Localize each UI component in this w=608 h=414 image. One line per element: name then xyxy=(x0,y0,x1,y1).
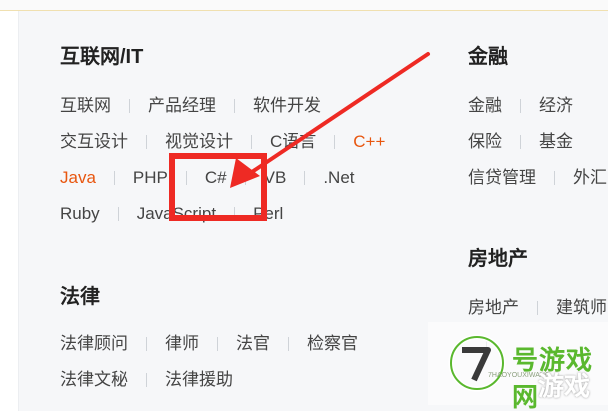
category-link[interactable]: 法律顾问 xyxy=(60,334,128,353)
category-link[interactable]: 基金 xyxy=(539,132,573,151)
category-link[interactable]: 视觉设计 xyxy=(165,132,233,151)
category-link[interactable]: 建筑师 xyxy=(556,298,607,317)
category-link[interactable]: Java xyxy=(60,168,96,187)
divider xyxy=(185,170,187,185)
divider xyxy=(304,170,306,185)
section-title: 法律 xyxy=(60,286,100,308)
category-link[interactable]: 法律文秘 xyxy=(60,370,128,389)
category-link[interactable]: 金融 xyxy=(468,96,502,115)
category-row: 法律文秘 法律援助 xyxy=(60,368,233,392)
category-link[interactable]: 保险 xyxy=(468,132,502,151)
category-link[interactable]: C++ xyxy=(353,132,385,151)
category-row: 金融 经济 xyxy=(468,94,573,118)
category-link[interactable]: 软件开发 xyxy=(253,96,321,115)
divider xyxy=(113,170,115,185)
category-link[interactable]: C语言 xyxy=(270,132,316,151)
divider xyxy=(234,98,235,113)
category-link[interactable]: 房地产 xyxy=(468,298,519,317)
category-link[interactable]: 交互设计 xyxy=(60,132,128,151)
divider xyxy=(129,98,130,113)
category-link[interactable]: 信贷管理 xyxy=(468,168,536,187)
section-law: 法律 法律顾问 律师 法官 检察官法律文秘 法律援助 xyxy=(60,284,420,404)
category-row: 互联网 产品经理 软件开发 xyxy=(60,94,321,118)
category-link[interactable]: JavaScript xyxy=(137,204,216,223)
category-link[interactable]: 法官 xyxy=(236,334,270,353)
section-finance: 金融 金融 经济 保险 基金 信贷管理 外汇 xyxy=(468,44,608,204)
divider xyxy=(520,98,521,113)
divider xyxy=(117,206,119,221)
divider xyxy=(537,300,538,315)
divider xyxy=(146,134,147,149)
category-link[interactable]: 法律援助 xyxy=(165,370,233,389)
category-link[interactable]: 经济 xyxy=(539,96,573,115)
category-link[interactable]: Perl xyxy=(253,204,283,223)
category-link[interactable]: 互联网 xyxy=(60,96,111,115)
divider xyxy=(244,170,246,185)
section-title: 房地产 xyxy=(468,248,528,270)
divider xyxy=(334,134,336,149)
category-link[interactable]: .Net xyxy=(323,168,354,187)
section-title: 互联网/IT xyxy=(60,46,144,68)
watermark: 号游戏网 7HAOYOUXIWANG 游戏 xyxy=(428,322,608,412)
divider xyxy=(520,134,521,149)
category-link[interactable]: C# xyxy=(205,168,227,187)
divider xyxy=(146,336,147,351)
category-row: Ruby JavaScript Perl xyxy=(60,202,283,226)
game-site-logo-icon xyxy=(448,334,506,392)
category-link[interactable]: VB xyxy=(264,168,287,187)
category-row: Java PHP C# VB .Net xyxy=(60,166,355,190)
watermark-word: 游戏 xyxy=(538,371,591,401)
divider xyxy=(217,336,218,351)
divider xyxy=(146,372,147,387)
category-row: 法律顾问 律师 法官 检察官 xyxy=(60,332,358,356)
category-link[interactable]: 检察官 xyxy=(307,334,358,353)
category-link[interactable]: PHP xyxy=(133,168,168,187)
category-link[interactable]: 产品经理 xyxy=(148,96,216,115)
section-internet-it: 互联网/IT 互联网 产品经理 软件开发交互设计 视觉设计 C语言 C++ Java PHP C… xyxy=(60,44,440,244)
category-link[interactable]: Ruby xyxy=(60,204,100,223)
divider xyxy=(234,206,236,221)
category-row: 房地产 建筑师 xyxy=(468,296,607,320)
top-bar xyxy=(0,0,608,11)
section-title: 金融 xyxy=(468,46,508,68)
divider xyxy=(251,134,252,149)
category-link[interactable]: 律师 xyxy=(165,334,199,353)
category-row: 保险 基金 xyxy=(468,130,573,154)
category-link[interactable]: 外汇 xyxy=(573,168,607,187)
divider xyxy=(288,336,289,351)
divider xyxy=(554,170,555,185)
category-row: 交互设计 视觉设计 C语言 C++ xyxy=(60,130,385,154)
category-row: 信贷管理 外汇 xyxy=(468,166,607,190)
